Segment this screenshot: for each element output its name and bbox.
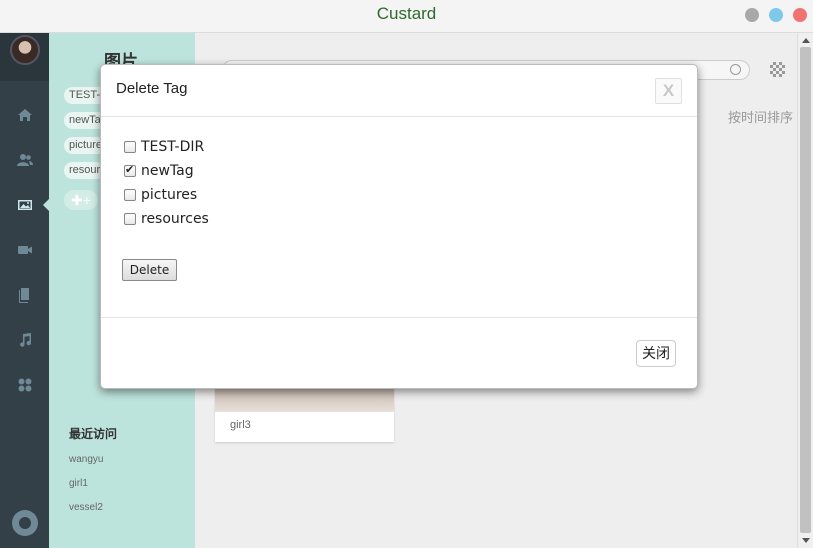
- app-logo-icon: [12, 510, 38, 536]
- app-window: Custard 图片 TEST-D newTa picture resour ✚…: [0, 0, 813, 548]
- recent-title: 最近访问: [69, 427, 118, 441]
- tag-option[interactable]: TEST-DIR: [124, 137, 204, 157]
- vertical-scrollbar[interactable]: [797, 33, 813, 548]
- window-title: Custard: [376, 4, 437, 23]
- tag-option[interactable]: pictures: [124, 185, 197, 205]
- document-icon[interactable]: [0, 273, 49, 317]
- apps-icon[interactable]: [0, 363, 49, 407]
- tag-option-label: newTag: [141, 163, 194, 179]
- delete-tag-dialog: Delete Tag X TEST-DIR newTag pictures re…: [100, 64, 698, 389]
- contacts-icon[interactable]: [0, 138, 49, 182]
- grid-view-icon[interactable]: [770, 62, 785, 77]
- dialog-title: Delete Tag: [116, 80, 188, 97]
- tag-checkbox[interactable]: [124, 163, 136, 177]
- tag-checkbox[interactable]: [124, 141, 136, 153]
- add-tag-button[interactable]: ✚+: [64, 190, 98, 210]
- dialog-header: Delete Tag X: [101, 65, 697, 117]
- search-icon[interactable]: [730, 64, 741, 75]
- image-card[interactable]: girl3: [215, 382, 394, 442]
- sort-by-time-button[interactable]: 按时间排序: [728, 107, 793, 126]
- scroll-down-icon[interactable]: [802, 538, 810, 543]
- tag-option-label: pictures: [141, 187, 198, 203]
- title-bar: Custard: [0, 0, 813, 33]
- scroll-thumb[interactable]: [800, 47, 811, 533]
- image-name: girl3: [230, 419, 251, 431]
- recent-item[interactable]: girl1: [69, 478, 88, 489]
- avatar[interactable]: [10, 35, 40, 65]
- tag-checkbox[interactable]: [124, 189, 136, 201]
- recent-item[interactable]: vessel2: [69, 502, 103, 513]
- recent-item[interactable]: wangyu: [69, 454, 103, 465]
- tag-checkbox[interactable]: [124, 213, 136, 225]
- home-icon[interactable]: [0, 93, 49, 137]
- dialog-close-icon[interactable]: X: [655, 78, 682, 104]
- maximize-button[interactable]: [769, 8, 783, 22]
- tag-option-label: resources: [141, 211, 209, 227]
- tag-option-label: TEST-DIR: [141, 139, 205, 155]
- icon-sidebar: [0, 33, 49, 548]
- music-icon[interactable]: [0, 318, 49, 362]
- minimize-button[interactable]: [745, 8, 759, 22]
- dialog-footer: 关闭: [101, 317, 697, 390]
- close-button[interactable]: 关闭: [636, 340, 676, 367]
- close-window-button[interactable]: [793, 8, 807, 22]
- tag-option[interactable]: resources: [124, 209, 209, 229]
- delete-button[interactable]: Delete: [122, 259, 177, 281]
- picture-icon[interactable]: [0, 183, 49, 227]
- scroll-up-icon[interactable]: [802, 38, 810, 43]
- video-icon[interactable]: [0, 228, 49, 272]
- tag-item[interactable]: resour: [64, 162, 106, 179]
- tag-option[interactable]: newTag: [124, 161, 194, 181]
